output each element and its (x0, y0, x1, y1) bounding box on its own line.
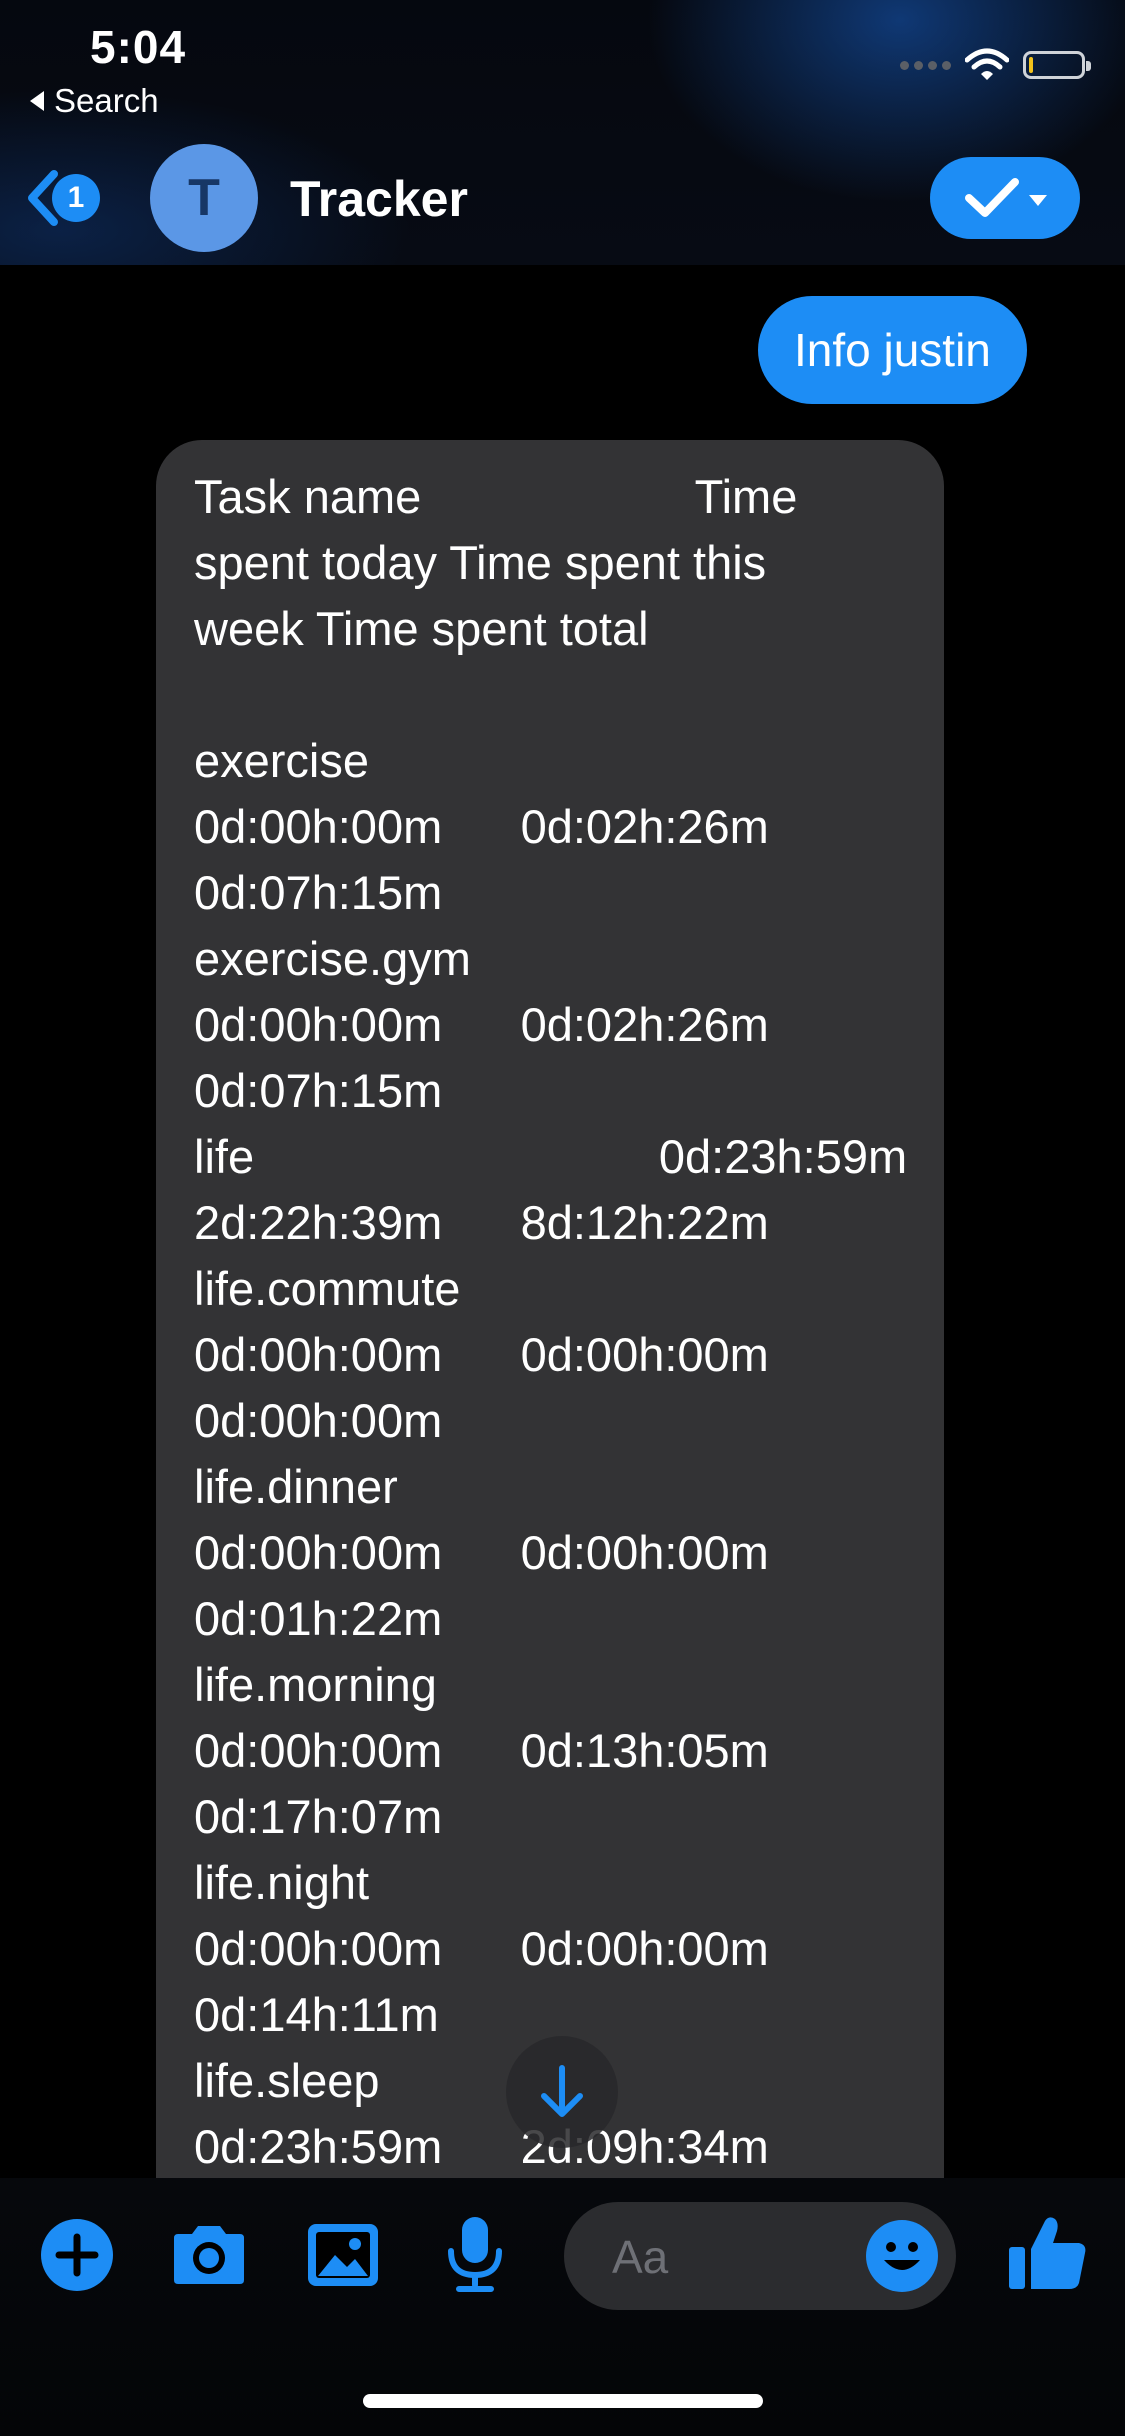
unread-badge: 1 (52, 174, 100, 222)
battery-icon (1023, 51, 1091, 79)
message-input-field[interactable] (564, 2202, 956, 2312)
thumbs-up-icon (1009, 2217, 1086, 2289)
received-message-bubble[interactable]: Task name Time spent today Time spent th… (156, 440, 944, 2240)
wifi-icon (965, 48, 1009, 80)
chevron-down-icon (1029, 194, 1047, 206)
plus-icon (41, 2219, 113, 2291)
photo-gallery-button[interactable] (302, 2214, 384, 2296)
back-button[interactable]: 1 (22, 168, 100, 228)
avatar[interactable]: T (150, 144, 258, 252)
home-indicator[interactable] (363, 2394, 763, 2408)
cellular-signal-icon (900, 60, 951, 70)
add-button[interactable] (36, 2214, 118, 2296)
status-indicators (900, 48, 1091, 82)
voice-message-button[interactable] (434, 2214, 516, 2296)
like-button[interactable] (1002, 2208, 1092, 2298)
received-message-text: Task name Time spent today Time spent th… (194, 470, 908, 2173)
emoji-icon[interactable] (864, 2218, 940, 2294)
arrow-down-icon (541, 2065, 583, 2117)
image-icon (308, 2224, 378, 2286)
back-to-app-label: Search (54, 82, 159, 119)
checkmark-dropdown-button[interactable] (930, 157, 1080, 239)
sent-message-bubble[interactable]: Info justin (758, 296, 1027, 404)
back-triangle-icon (30, 91, 44, 111)
back-to-app-link[interactable]: Search (30, 82, 159, 120)
microphone-icon (448, 2217, 502, 2292)
camera-button[interactable] (168, 2214, 250, 2296)
scroll-to-bottom-button[interactable] (506, 2036, 618, 2148)
chat-title[interactable]: Tracker (290, 170, 468, 228)
camera-icon (174, 2226, 244, 2284)
status-time: 5:04 (90, 21, 187, 73)
message-input[interactable] (610, 2202, 864, 2312)
checkmark-icon (965, 178, 1019, 217)
